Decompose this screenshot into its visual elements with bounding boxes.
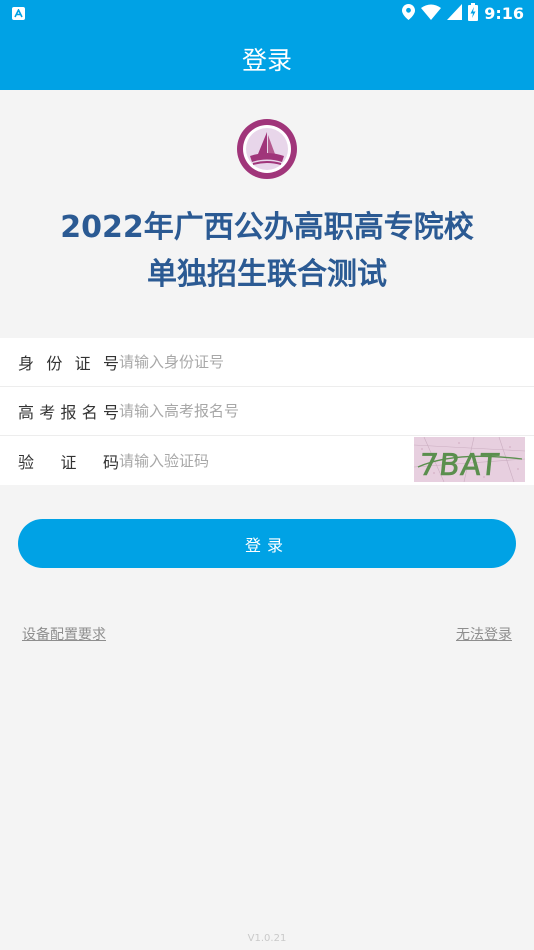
exam-number-label: 高 考 报 名 号 — [18, 403, 119, 422]
version-label: V1.0.21 — [247, 933, 287, 944]
captcha-image[interactable]: 7BAT — [413, 436, 526, 483]
notification-icon — [12, 7, 25, 20]
captcha-input[interactable] — [119, 451, 389, 470]
wifi-icon — [421, 4, 442, 24]
id-number-label: 身 份 证 号 — [18, 354, 119, 373]
app-bar-title: 登录 — [241, 45, 292, 75]
school-logo — [236, 118, 298, 180]
device-requirements-link[interactable]: 设备配置要求 — [22, 624, 106, 644]
status-bar: 9:16 — [0, 0, 534, 27]
captcha-text: 7BAT — [417, 448, 501, 482]
captcha-label: 验 证 码 — [18, 452, 119, 472]
app-bar: 登录 — [0, 27, 534, 90]
captcha-row: 验 证 码 7BAT — [0, 436, 534, 485]
login-button[interactable]: 登录 — [18, 519, 516, 568]
status-time: 9:16 — [484, 4, 524, 23]
id-number-row: 身 份 证 号 — [0, 338, 534, 387]
signal-icon — [447, 3, 463, 24]
exam-title-line1: 2022年广西公办高职高专院校 — [60, 210, 474, 245]
id-number-input[interactable] — [119, 353, 399, 371]
exam-title-line2: 单独招生联合测试 — [147, 257, 387, 292]
login-form: 身 份 证 号 高 考 报 名 号 验 证 码 — [0, 338, 534, 485]
exam-number-input[interactable] — [119, 402, 399, 420]
exam-number-row: 高 考 报 名 号 — [0, 387, 534, 436]
cannot-login-link[interactable]: 无法登录 — [456, 624, 512, 644]
battery-icon — [468, 2, 479, 25]
location-icon — [402, 3, 416, 24]
